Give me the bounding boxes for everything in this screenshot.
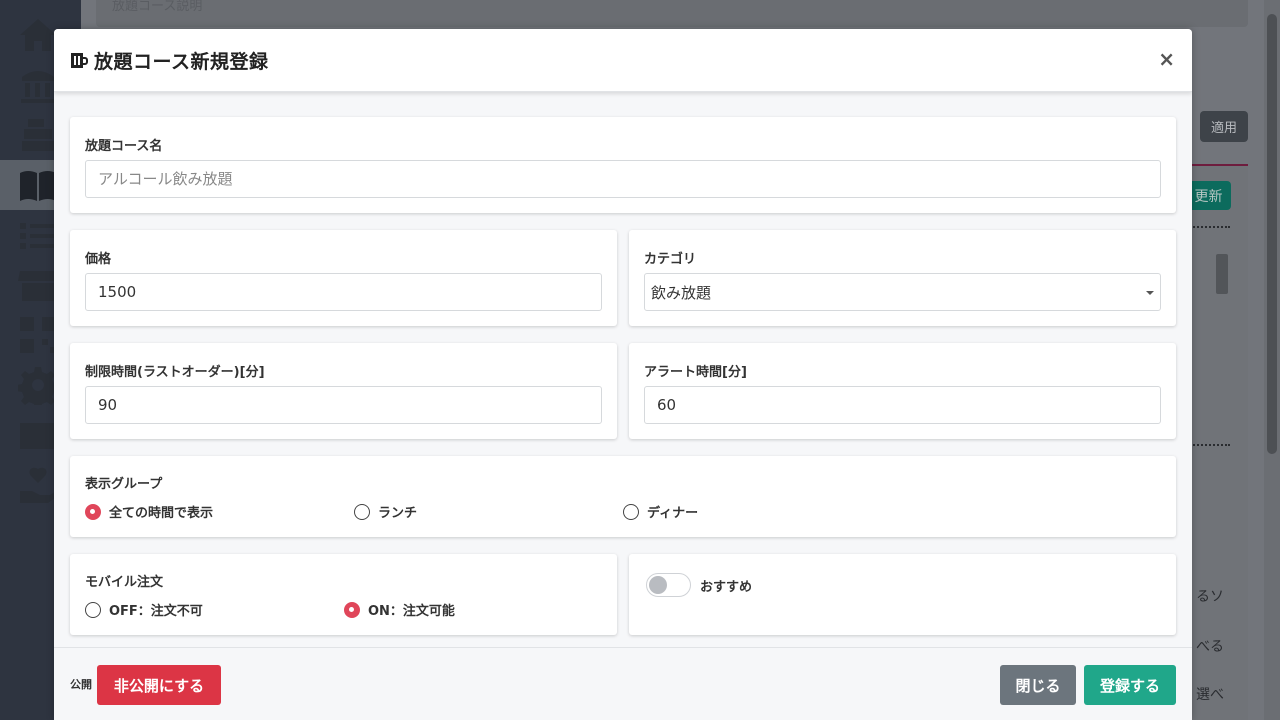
price-input[interactable]: [85, 273, 602, 311]
course-register-modal: 放題コース新規登録 × 放題コース名 価格 カテゴリ 飲み放題 制限時間(ラスト…: [54, 29, 1192, 720]
background-text: るソ: [1196, 589, 1224, 605]
gear-icon: [18, 367, 58, 405]
mobile-order-label: モバイル注文: [85, 575, 164, 590]
radio-checked-icon: [344, 601, 360, 618]
mobile-order-option-on[interactable]: ON：注文可能: [344, 600, 455, 619]
alert-time-card: アラート時間[分]: [629, 343, 1176, 439]
display-group-option-all[interactable]: 全ての時間で表示: [85, 502, 213, 521]
background-apply-button: 適用: [1200, 111, 1248, 142]
price-card: 価格: [70, 230, 617, 326]
bank-icon: [21, 71, 55, 103]
home-icon: [20, 19, 56, 51]
price-label: 価格: [85, 252, 112, 267]
toggle-knob: [649, 576, 667, 594]
caret-down-icon: [1146, 291, 1154, 295]
radio-unchecked-icon: [85, 601, 101, 618]
close-icon[interactable]: ×: [1158, 49, 1175, 69]
category-selected-value: 飲み放題: [651, 283, 712, 302]
background-description: 放題コース説明: [96, 0, 1248, 27]
page-scrollbar[interactable]: [1264, 0, 1280, 720]
course-name-input[interactable]: [85, 160, 1161, 198]
background-divider: [1190, 444, 1230, 446]
category-label: カテゴリ: [644, 252, 697, 267]
recommend-label: おすすめ: [700, 580, 753, 595]
alert-time-input[interactable]: [644, 386, 1161, 424]
hand-heart-icon: [20, 467, 56, 503]
close-button[interactable]: 閉じる: [1000, 665, 1076, 705]
time-limit-card: 制限時間(ラストオーダー)[分]: [70, 343, 617, 439]
radio-unchecked-icon: [354, 503, 370, 520]
course-name-card: 放題コース名: [70, 117, 1176, 213]
register-button[interactable]: 登録する: [1084, 665, 1176, 705]
visibility-label: 公開: [70, 678, 92, 691]
alert-time-label: アラート時間[分]: [644, 365, 747, 380]
category-card: カテゴリ 飲み放題: [629, 230, 1176, 326]
time-limit-input[interactable]: [85, 386, 602, 424]
open-book-icon: [20, 171, 56, 201]
beer-mug-icon: [71, 53, 88, 68]
modal-header: 放題コース新規登録 ×: [54, 29, 1192, 92]
display-group-option-dinner[interactable]: ディナー: [623, 502, 698, 521]
category-select[interactable]: 飲み放題: [644, 273, 1161, 311]
cash-register-icon: [22, 119, 54, 151]
recommend-toggle[interactable]: [646, 573, 691, 597]
background-text: べる: [1196, 639, 1224, 655]
qr-code-icon: [20, 317, 56, 353]
recommend-card: おすすめ: [629, 554, 1176, 635]
time-limit-label: 制限時間(ラストオーダー)[分]: [85, 365, 265, 380]
storefront-icon: [18, 271, 58, 301]
mobile-order-card: モバイル注文 OFF：注文不可 ON：注文可能: [70, 554, 617, 635]
display-group-label: 表示グループ: [85, 477, 163, 492]
radio-checked-icon: [85, 503, 101, 520]
display-group-option-lunch[interactable]: ランチ: [354, 502, 417, 521]
list-icon: [20, 223, 56, 249]
background-scrollbar: [1214, 238, 1230, 436]
id-card-icon: [20, 423, 56, 449]
mobile-order-option-off[interactable]: OFF：注文不可: [85, 600, 203, 619]
display-group-card: 表示グループ 全ての時間で表示 ランチ ディナー: [70, 456, 1176, 537]
modal-footer: 公開 非公開にする 閉じる 登録する: [54, 647, 1192, 720]
modal-title: 放題コース新規登録: [94, 50, 269, 73]
unpublish-button[interactable]: 非公開にする: [97, 665, 221, 705]
background-update-button: 更新: [1186, 181, 1231, 210]
course-name-label: 放題コース名: [85, 139, 163, 154]
radio-unchecked-icon: [623, 503, 639, 520]
background-divider: [1190, 226, 1230, 228]
background-text: 選べ: [1196, 687, 1224, 703]
